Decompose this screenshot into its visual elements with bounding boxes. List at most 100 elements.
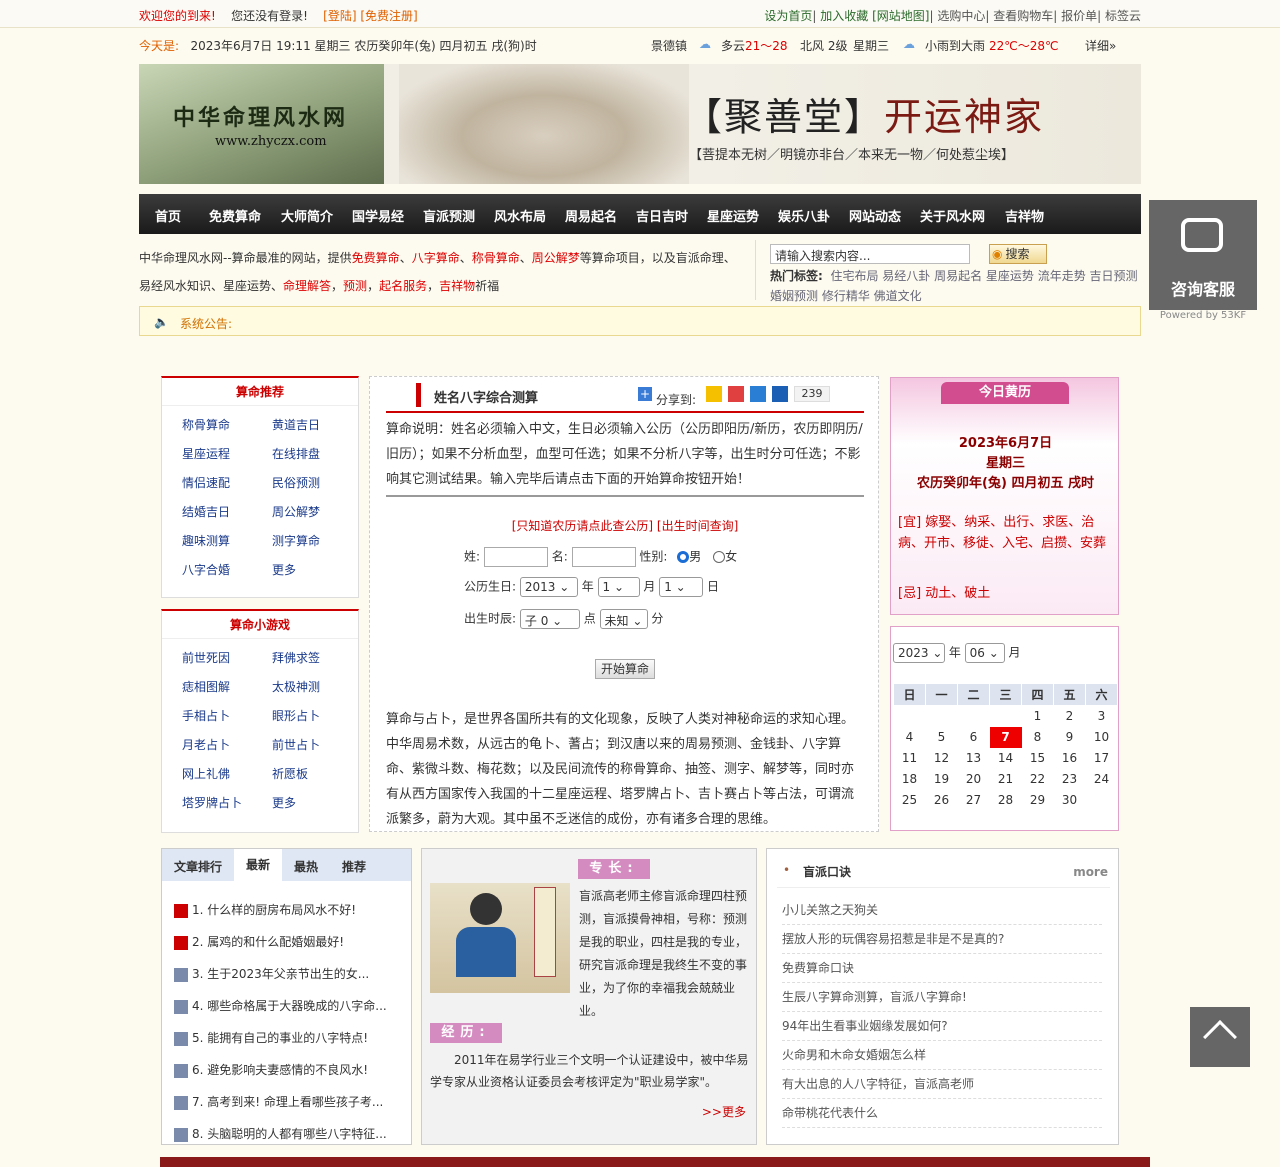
article-item[interactable]: 4. 哪些命格属于大器晚成的八字命... — [174, 997, 404, 1014]
link-couple-match[interactable]: 情侣速配 — [182, 474, 230, 491]
article-item[interactable]: 1. 什么样的厨房布局风水不好! — [174, 901, 404, 918]
link-past-death[interactable]: 前世死因 — [182, 649, 230, 666]
login-link[interactable]: [登陆] — [323, 9, 356, 23]
shop-center-link[interactable]: 选购中心 — [937, 9, 985, 23]
calendar-month-select[interactable]: 06 ⌄ — [964, 643, 1005, 663]
intro-link-free[interactable]: 免费算命 — [352, 251, 400, 265]
nav-home[interactable]: 首页 — [155, 206, 181, 225]
link-mole[interactable]: 痣相图解 — [182, 678, 230, 695]
link-tarot[interactable]: 塔罗牌占卜 — [182, 794, 242, 811]
link-matchmaker[interactable]: 月老占卜 — [182, 736, 230, 753]
nav-blind-school[interactable]: 盲派预测 — [423, 206, 475, 225]
nav-gossip[interactable]: 娱乐八卦 — [778, 206, 830, 225]
intro-link-naming[interactable]: 起名服务 — [379, 279, 427, 293]
weibo-icon[interactable] — [728, 386, 744, 402]
formula-link[interactable]: 免费算命口诀 — [782, 959, 1102, 983]
link-online-worship[interactable]: 网上礼佛 — [182, 765, 230, 782]
hour-select[interactable]: 子 0 ⌄ — [519, 609, 580, 629]
link-more[interactable]: 更多 — [272, 561, 296, 578]
link-fun-test[interactable]: 趣味测算 — [182, 532, 230, 549]
intro-link-bazi[interactable]: 八字算命 — [412, 251, 460, 265]
calendar-day[interactable]: 28 — [990, 790, 1022, 811]
calendar-day[interactable]: 15 — [1022, 748, 1054, 769]
link-taiji[interactable]: 太极神测 — [272, 678, 320, 695]
calendar-day[interactable]: 21 — [990, 769, 1022, 790]
tencent-icon[interactable] — [750, 386, 766, 402]
calendar-day[interactable]: 22 — [1022, 769, 1054, 790]
tag-cloud-link[interactable]: 标签云 — [1105, 9, 1141, 23]
calendar-day[interactable]: 1 — [1022, 706, 1054, 727]
calendar-day[interactable]: 3 — [1086, 706, 1118, 727]
intro-link-bone[interactable]: 称骨算命 — [472, 251, 520, 265]
article-item[interactable]: 8. 头脑聪明的人都有哪些八字特征... — [174, 1125, 404, 1142]
formula-link[interactable]: 有大出息的人八字特征，盲派高老师 — [782, 1075, 1102, 1099]
renren-icon[interactable] — [772, 386, 788, 402]
consult-widget[interactable]: 咨询客服 — [1149, 200, 1257, 310]
formula-link[interactable]: 火命男和木命女婚姻怎么样 — [782, 1046, 1102, 1070]
article-item[interactable]: 6. 避免影响夫妻感情的不良风水! — [174, 1061, 404, 1078]
article-item[interactable]: 7. 高考到来! 命理上看哪些孩子考... — [174, 1093, 404, 1110]
nav-mascot[interactable]: 吉祥物 — [1005, 206, 1044, 225]
given-name-input[interactable] — [571, 547, 636, 567]
sitemap-link[interactable]: [网站地图] — [872, 9, 929, 23]
calendar-day[interactable]: 14 — [990, 748, 1022, 769]
calendar-day[interactable]: 10 — [1086, 727, 1118, 748]
calendar-day[interactable]: 9 — [1054, 727, 1086, 748]
link-wish-board[interactable]: 祈愿板 — [272, 765, 308, 782]
lunar-lookup-link[interactable]: [只知道农历请点此查公历] [出生时间查询] — [370, 517, 880, 534]
intro-link-mascot[interactable]: 吉祥物 — [439, 279, 475, 293]
nav-master[interactable]: 大师简介 — [281, 206, 333, 225]
calendar-day[interactable]: 2 — [1054, 706, 1086, 727]
calendar-day[interactable]: 24 — [1086, 769, 1118, 790]
tab-recommend[interactable]: 推荐 — [342, 858, 366, 875]
intro-link-dream[interactable]: 周公解梦 — [532, 251, 580, 265]
search-input[interactable]: 请输入搜索内容... — [770, 244, 970, 264]
calendar-day[interactable]: 4 — [894, 727, 926, 748]
cart-link[interactable]: 查看购物车 — [993, 9, 1053, 23]
hot-tags-list[interactable]: 住宅布局 易经八卦 周易起名 星座运势 流年走势 吉日预测 婚姻预测 修行精华 … — [770, 269, 1138, 303]
calendar-day[interactable]: 19 — [926, 769, 958, 790]
start-fortune-button[interactable]: 开始算命 — [595, 659, 655, 679]
article-item[interactable]: 5. 能拥有自己的事业的八字特点! — [174, 1029, 404, 1046]
calendar-day[interactable]: 23 — [1054, 769, 1086, 790]
formula-link[interactable]: 小儿关煞之天狗关 — [782, 901, 1102, 925]
nav-about[interactable]: 关于风水网 — [920, 206, 985, 225]
master-portrait[interactable] — [430, 883, 570, 993]
nav-free-fortune[interactable]: 免费算命 — [209, 206, 261, 225]
search-button[interactable]: ◉ 搜索 — [989, 244, 1047, 264]
intro-link-answer[interactable]: 命理解答 — [283, 279, 331, 293]
calendar-day[interactable]: 18 — [894, 769, 926, 790]
calendar-day[interactable]: 26 — [926, 790, 958, 811]
intro-link-predict[interactable]: 预测 — [343, 279, 367, 293]
male-radio[interactable] — [677, 551, 690, 563]
day-select[interactable]: 1 ⌄ — [659, 577, 704, 597]
calendar-day[interactable]: 16 — [1054, 748, 1086, 769]
year-select[interactable]: 2013 ⌄ — [519, 577, 578, 597]
female-radio[interactable] — [713, 551, 726, 563]
calendar-day[interactable]: 17 — [1086, 748, 1118, 769]
nav-horoscope[interactable]: 星座运势 — [707, 206, 759, 225]
add-favorite-link[interactable]: 加入收藏 — [820, 9, 868, 23]
calendar-day[interactable]: 13 — [958, 748, 990, 769]
minute-select[interactable]: 未知 ⌄ — [599, 609, 648, 629]
share-plus-icon[interactable]: + — [638, 387, 652, 401]
link-pray-lot[interactable]: 拜佛求签 — [272, 649, 320, 666]
nav-fengshui[interactable]: 风水布局 — [494, 206, 546, 225]
link-star-fortune[interactable]: 星座运程 — [182, 445, 230, 462]
more-link[interactable]: more — [1073, 865, 1108, 879]
quote-link[interactable]: 报价单 — [1061, 9, 1097, 23]
master-more-link[interactable]: >>更多 — [702, 1103, 746, 1120]
calendar-day[interactable]: 11 — [894, 748, 926, 769]
calendar-day[interactable]: 27 — [958, 790, 990, 811]
formula-link[interactable]: 摆放人形的玩偶容易招惹是非是不是真的? — [782, 930, 1102, 954]
link-more[interactable]: 更多 — [272, 794, 296, 811]
calendar-day[interactable]: 25 — [894, 790, 926, 811]
formula-link[interactable]: 生辰八字算命测算，盲派八字算命! — [782, 988, 1102, 1012]
link-bone-fortune[interactable]: 称骨算命 — [182, 416, 230, 433]
link-folk-predict[interactable]: 民俗预测 — [272, 474, 320, 491]
tab-hottest[interactable]: 最热 — [294, 858, 318, 875]
article-item[interactable]: 3. 生于2023年父亲节出生的女... — [174, 965, 404, 982]
nav-naming[interactable]: 周易起名 — [565, 206, 617, 225]
link-palm[interactable]: 手相占卜 — [182, 707, 230, 724]
set-homepage-link[interactable]: 设为首页 — [764, 9, 812, 23]
